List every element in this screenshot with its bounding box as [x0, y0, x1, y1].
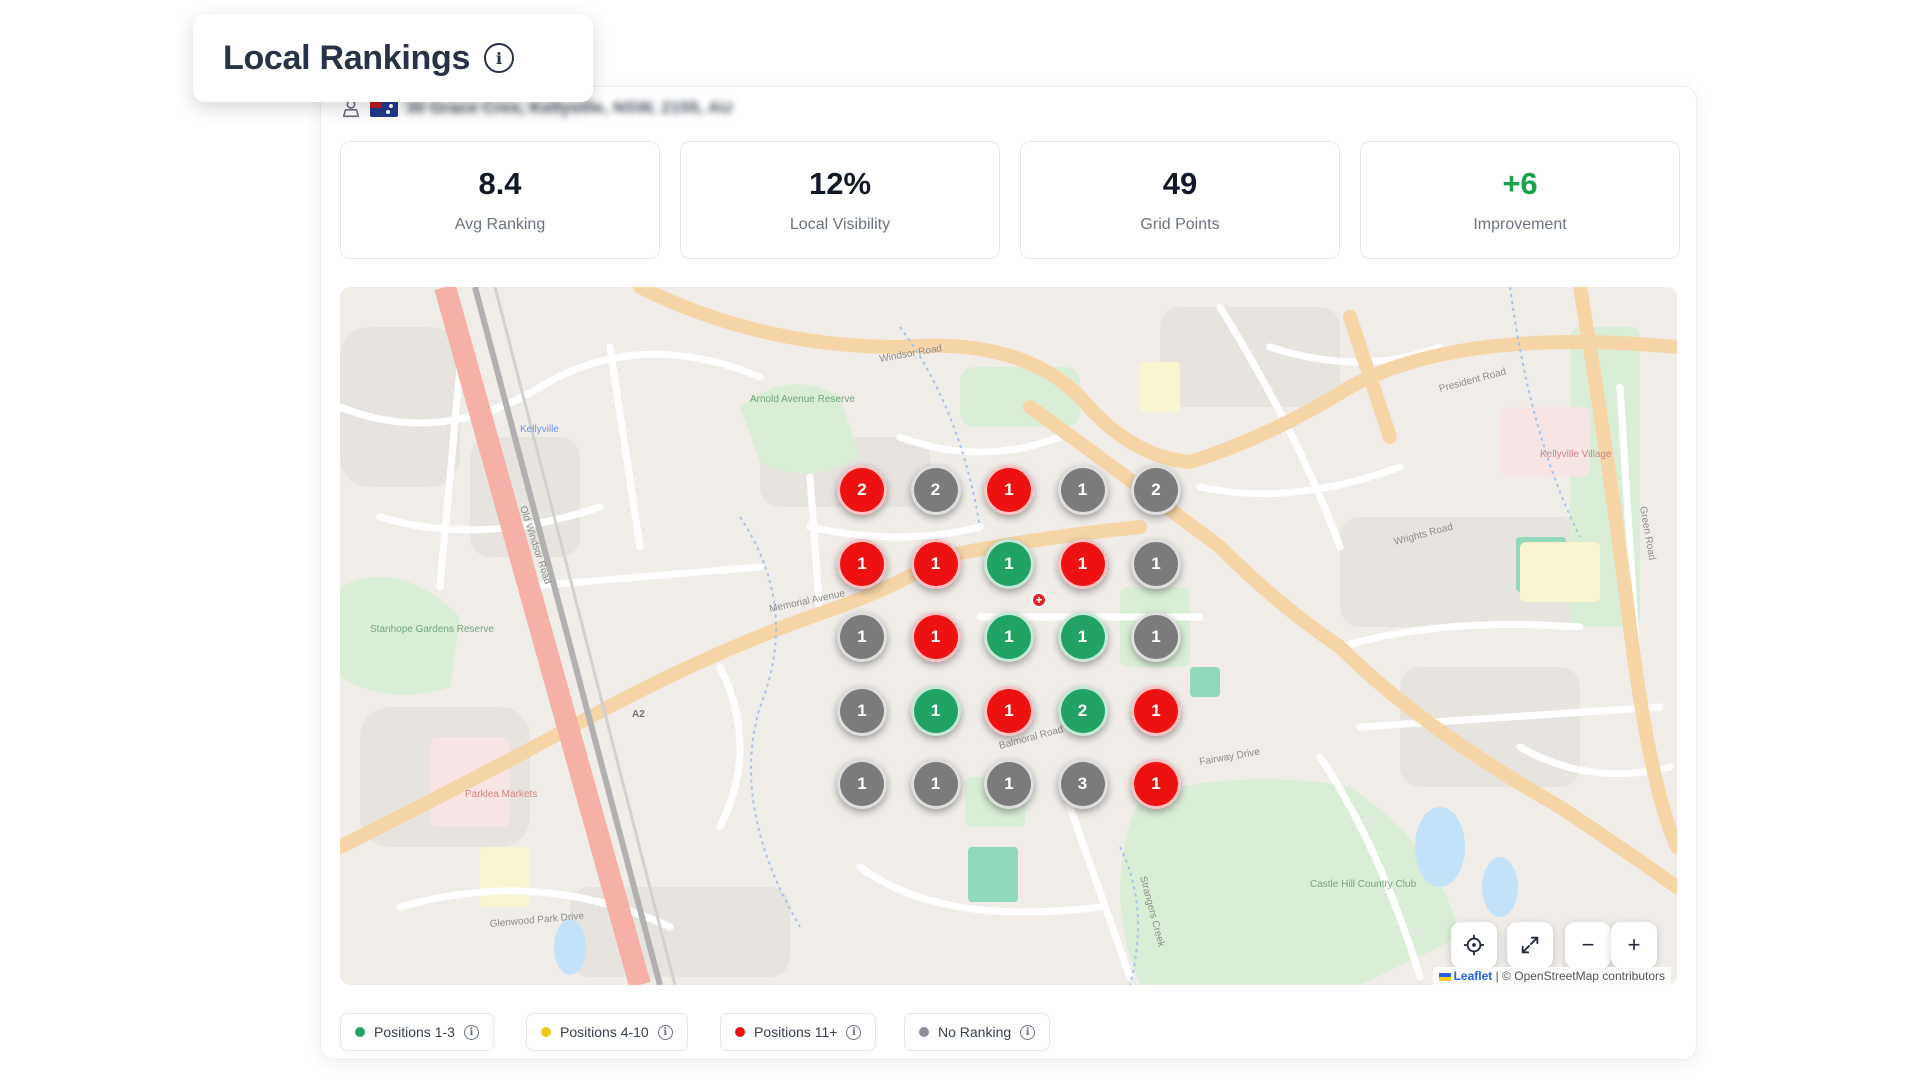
osm-link[interactable]: OpenStreetMap contributors	[1514, 969, 1665, 983]
legend-no-ranking[interactable]: No Ranking i	[904, 1013, 1051, 1051]
grid-point-marker[interactable]: 1	[984, 685, 1034, 736]
info-icon[interactable]: i	[657, 1024, 673, 1040]
green-dot-icon	[355, 1027, 365, 1037]
legend-label: Positions 11+	[754, 1024, 838, 1040]
crosshair-icon	[1463, 934, 1485, 956]
grid-point-marker[interactable]: 1	[1057, 538, 1108, 589]
grid-point-marker[interactable]: 1	[1131, 685, 1181, 736]
grid-point-marker[interactable]: 1	[1131, 612, 1181, 662]
legend-positions-11-plus[interactable]: Positions 11+ i	[720, 1013, 877, 1051]
grid-point-marker[interactable]: 1	[837, 685, 887, 736]
stat-value: 49	[1162, 166, 1198, 201]
stat-value: 12%	[808, 166, 872, 201]
yellow-dot-icon	[541, 1027, 551, 1037]
title-card: Local Rankings i	[193, 14, 593, 102]
grid-point-marker[interactable]: 1	[984, 612, 1034, 662]
grid-point-marker[interactable]: 1	[984, 465, 1034, 515]
stat-card-improvement: +6 Improvement	[1360, 141, 1680, 259]
stat-card-local-visibility: 12% Local Visibility	[680, 141, 1000, 259]
info-icon[interactable]: i	[846, 1024, 862, 1040]
grid-point-marker[interactable]: 1	[837, 759, 887, 809]
ranking-grid: 2211211111111111112111131	[340, 287, 1677, 985]
grid-point-marker[interactable]: 2	[837, 465, 887, 515]
grid-point-marker[interactable]: 1	[1057, 465, 1108, 515]
grid-point-marker[interactable]: 1	[1131, 759, 1181, 809]
red-dot-icon	[735, 1027, 745, 1037]
grid-point-marker[interactable]: 1	[1057, 612, 1108, 662]
stat-label: Avg Ranking	[454, 216, 546, 233]
grid-point-marker[interactable]: 3	[1057, 759, 1108, 809]
info-icon[interactable]: i	[463, 1024, 479, 1040]
ranking-map[interactable]: Windsor Road Memorial Avenue Balmoral Ro…	[340, 287, 1677, 985]
grid-point-marker[interactable]: 1	[984, 759, 1034, 809]
grid-point-marker[interactable]: 1	[910, 612, 961, 662]
minus-icon: −	[1581, 932, 1595, 957]
legend-positions-1-3[interactable]: Positions 1-3 i	[340, 1013, 494, 1051]
grid-point-marker[interactable]: 1	[910, 759, 961, 809]
legend-label: No Ranking	[938, 1024, 1012, 1040]
grid-point-marker[interactable]: 2	[1057, 685, 1108, 736]
legend-positions-4-10[interactable]: Positions 4-10 i	[526, 1013, 688, 1051]
stat-card-avg-ranking: 8.4 Avg Ranking	[340, 141, 660, 259]
grid-point-marker[interactable]: 1	[984, 538, 1034, 589]
expand-icon	[1521, 936, 1539, 954]
info-icon[interactable]: i	[1020, 1024, 1036, 1040]
grid-point-marker[interactable]: 1	[837, 538, 887, 589]
grid-point-marker[interactable]: 2	[910, 465, 961, 515]
stat-value: 8.4	[478, 166, 522, 201]
ukraine-flag-icon	[1438, 972, 1451, 981]
info-icon[interactable]: i	[484, 43, 515, 73]
page-title: Local Rankings	[223, 38, 471, 77]
locate-button[interactable]	[1451, 922, 1497, 968]
gray-dot-icon	[919, 1027, 929, 1037]
grid-point-marker[interactable]: 1	[910, 685, 961, 736]
leaflet-link[interactable]: Leaflet	[1454, 969, 1493, 983]
stat-label: Local Visibility	[789, 216, 891, 233]
business-location-marker[interactable]: +	[1031, 592, 1047, 608]
stat-label: Grid Points	[1140, 216, 1220, 233]
fullscreen-button[interactable]	[1507, 922, 1553, 968]
legend-label: Positions 4-10	[560, 1024, 649, 1040]
stat-label: Improvement	[1473, 216, 1567, 233]
map-attribution: Leaflet | © OpenStreetMap contributors	[1432, 967, 1671, 985]
zoom-out-button[interactable]: −	[1565, 922, 1611, 968]
stat-card-grid-points: 49 Grid Points	[1020, 141, 1340, 259]
grid-point-marker[interactable]: 1	[837, 612, 887, 662]
zoom-in-button[interactable]: +	[1611, 922, 1657, 968]
legend-label: Positions 1-3	[374, 1024, 455, 1040]
grid-point-marker[interactable]: 1	[1131, 538, 1181, 589]
plus-icon: +	[1627, 932, 1641, 957]
grid-point-marker[interactable]: 1	[910, 538, 961, 589]
grid-point-marker[interactable]: 2	[1131, 465, 1181, 515]
stat-value: +6	[1502, 166, 1538, 201]
attribution-separator: | ©	[1492, 969, 1515, 983]
